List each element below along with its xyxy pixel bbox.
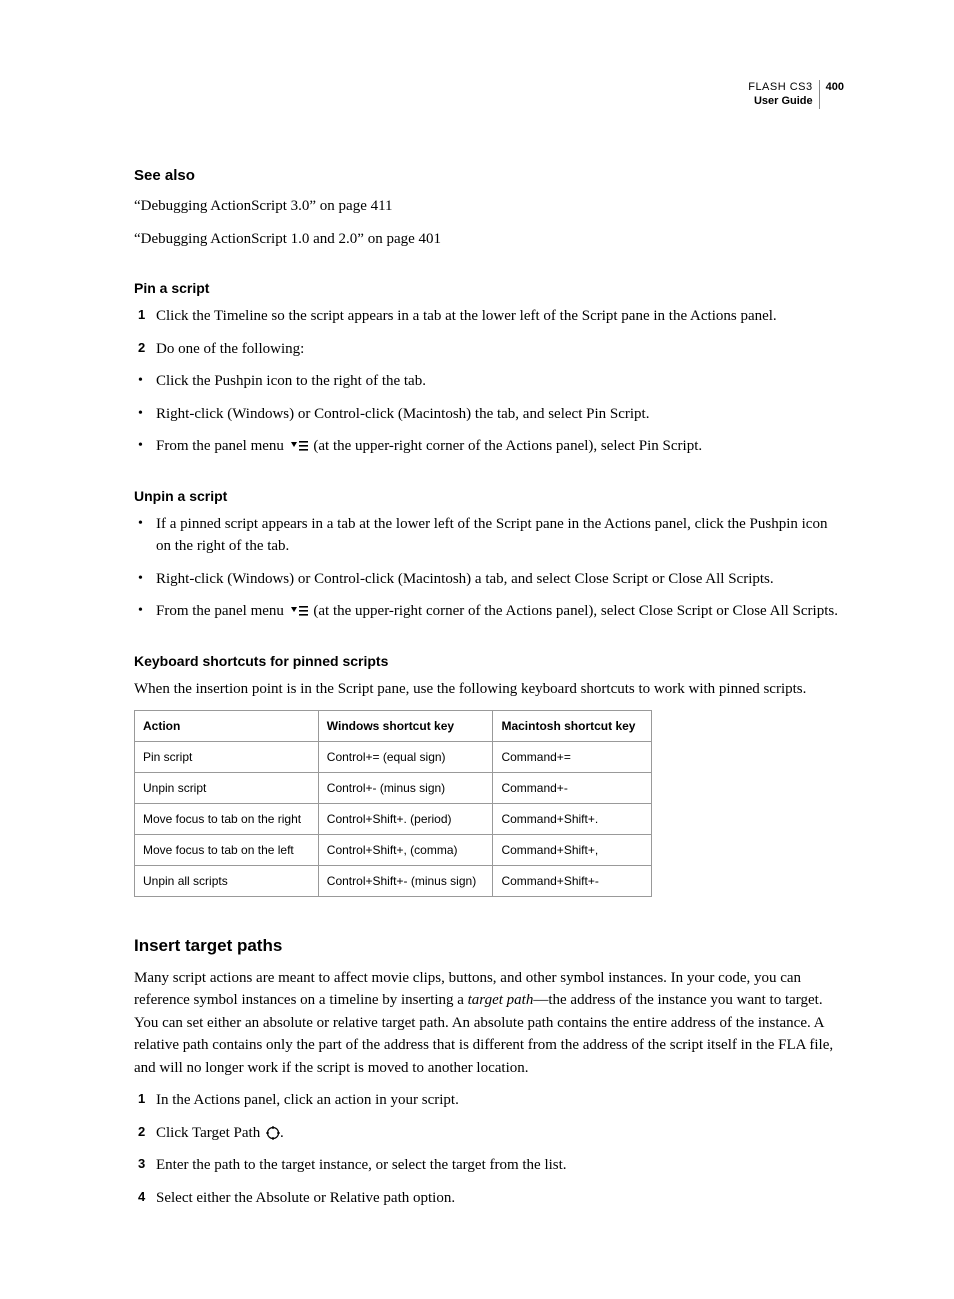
- shortcuts-table: Action Windows shortcut key Macintosh sh…: [134, 710, 652, 897]
- page-header: FLASH CS3 User Guide 400: [134, 80, 844, 109]
- step-text: Enter the path to the target instance, o…: [156, 1157, 567, 1173]
- unpin-script-heading: Unpin a script: [134, 486, 844, 507]
- cell: Control+Shift+. (period): [318, 804, 493, 835]
- bullet-item: Click the Pushpin icon to the right of t…: [138, 370, 844, 393]
- bullet-text-post: (at the upper-right corner of the Action…: [310, 603, 838, 619]
- step-text-pre: Click Target Path: [156, 1125, 264, 1141]
- bullet-item: Right-click (Windows) or Control-click (…: [138, 568, 844, 591]
- cell: Control+Shift+, (comma): [318, 835, 493, 866]
- table-row: Unpin all scripts Control+Shift+- (minus…: [135, 866, 652, 897]
- cell: Unpin all scripts: [135, 866, 319, 897]
- shortcuts-heading: Keyboard shortcuts for pinned scripts: [134, 651, 844, 672]
- insert-target-paths-para: Many script actions are meant to affect …: [134, 967, 844, 1080]
- cell: Command+Shift+.: [493, 804, 652, 835]
- page-number: 400: [820, 80, 844, 109]
- table-row: Move focus to tab on the right Control+S…: [135, 804, 652, 835]
- cell: Command+Shift+,: [493, 835, 652, 866]
- panel-menu-icon: [290, 605, 308, 617]
- bullet-item: From the panel menu (at the upper-right …: [138, 435, 844, 458]
- step-item: In the Actions panel, click an action in…: [138, 1089, 844, 1112]
- see-also-link: “Debugging ActionScript 3.0” on page 411: [134, 195, 844, 218]
- step-item: Click Target Path .: [138, 1122, 844, 1145]
- header-left: FLASH CS3 User Guide: [748, 80, 819, 109]
- bullet-text: If a pinned script appears in a tab at t…: [156, 516, 827, 555]
- col-mac: Macintosh shortcut key: [493, 711, 652, 742]
- target-path-icon: [266, 1126, 280, 1140]
- cell: Command+=: [493, 742, 652, 773]
- pin-script-heading: Pin a script: [134, 278, 844, 299]
- step-text: Do one of the following:: [156, 341, 304, 357]
- cell: Move focus to tab on the right: [135, 804, 319, 835]
- bullet-text-post: (at the upper-right corner of the Action…: [310, 438, 703, 454]
- step-item: Enter the path to the target instance, o…: [138, 1154, 844, 1177]
- step-item: Select either the Absolute or Relative p…: [138, 1187, 844, 1210]
- step-item: Do one of the following:: [138, 338, 844, 361]
- para-em: target path: [468, 992, 534, 1008]
- step-item: Click the Timeline so the script appears…: [138, 305, 844, 328]
- cell: Control+Shift+- (minus sign): [318, 866, 493, 897]
- bullet-item: From the panel menu (at the upper-right …: [138, 600, 844, 623]
- bullet-text-pre: From the panel menu: [156, 438, 288, 454]
- guide-name: User Guide: [748, 94, 812, 108]
- cell: Unpin script: [135, 773, 319, 804]
- step-text: In the Actions panel, click an action in…: [156, 1092, 459, 1108]
- step-text-post: .: [280, 1125, 284, 1141]
- bullet-text: Click the Pushpin icon to the right of t…: [156, 373, 426, 389]
- cell: Pin script: [135, 742, 319, 773]
- step-text: Select either the Absolute or Relative p…: [156, 1190, 455, 1206]
- cell: Command+-: [493, 773, 652, 804]
- table-header-row: Action Windows shortcut key Macintosh sh…: [135, 711, 652, 742]
- bullet-item: If a pinned script appears in a tab at t…: [138, 513, 844, 558]
- step-text: Click the Timeline so the script appears…: [156, 308, 777, 324]
- shortcuts-intro: When the insertion point is in the Scrip…: [134, 678, 844, 701]
- panel-menu-icon: [290, 440, 308, 452]
- bullet-item: Right-click (Windows) or Control-click (…: [138, 403, 844, 426]
- table-row: Unpin script Control+- (minus sign) Comm…: [135, 773, 652, 804]
- col-windows: Windows shortcut key: [318, 711, 493, 742]
- cell: Move focus to tab on the left: [135, 835, 319, 866]
- bullet-text: Right-click (Windows) or Control-click (…: [156, 406, 649, 422]
- cell: Command+Shift+-: [493, 866, 652, 897]
- see-also-heading: See also: [134, 165, 844, 188]
- cell: Control+- (minus sign): [318, 773, 493, 804]
- bullet-text-pre: From the panel menu: [156, 603, 288, 619]
- col-action: Action: [135, 711, 319, 742]
- product-name: FLASH CS3: [748, 80, 812, 94]
- cell: Control+= (equal sign): [318, 742, 493, 773]
- bullet-text: Right-click (Windows) or Control-click (…: [156, 571, 774, 587]
- table-row: Move focus to tab on the left Control+Sh…: [135, 835, 652, 866]
- table-row: Pin script Control+= (equal sign) Comman…: [135, 742, 652, 773]
- see-also-link: “Debugging ActionScript 1.0 and 2.0” on …: [134, 228, 844, 251]
- insert-target-paths-heading: Insert target paths: [134, 933, 844, 959]
